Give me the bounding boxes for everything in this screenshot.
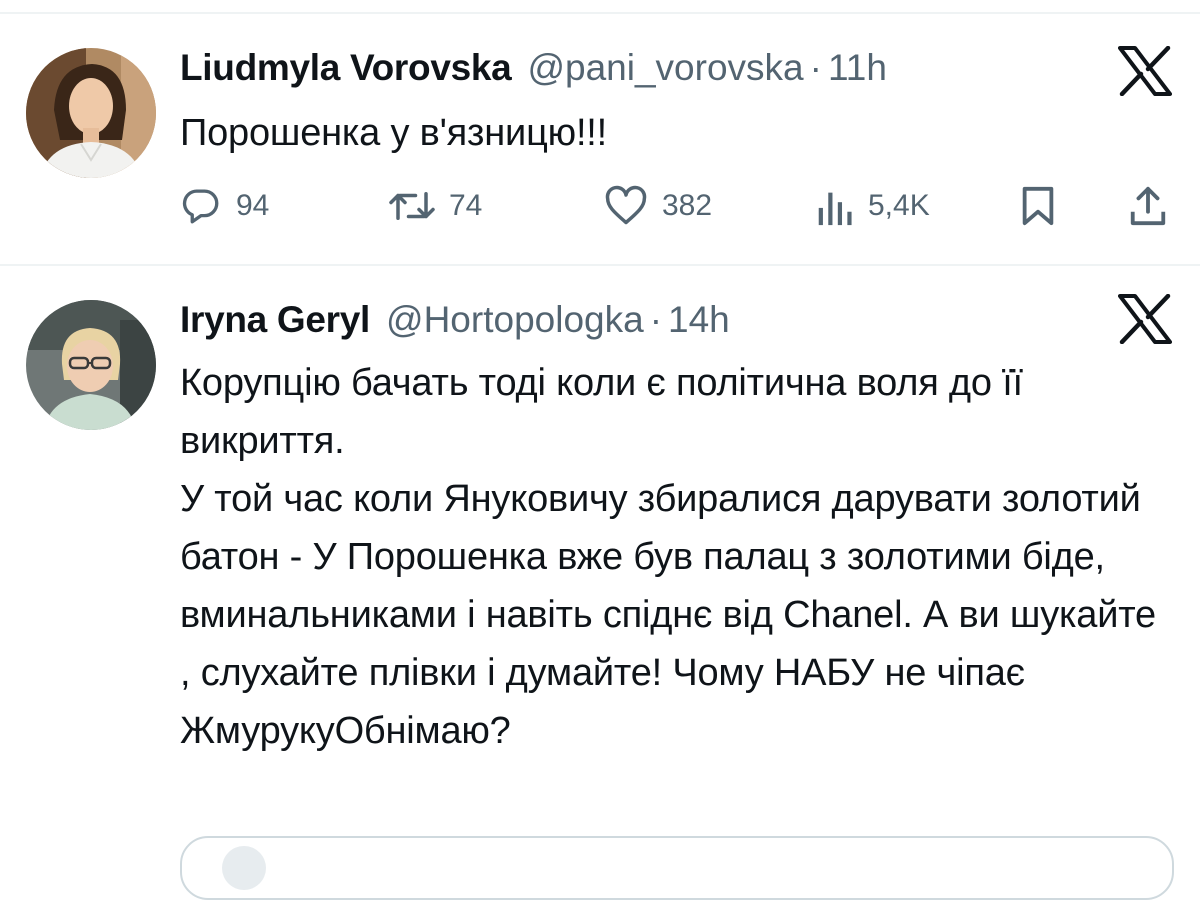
retweet-icon: [389, 192, 435, 220]
quoted-avatar: [222, 846, 266, 890]
views-icon: [818, 192, 852, 226]
reply-count: 94: [236, 189, 270, 222]
avatar[interactable]: [26, 300, 156, 430]
like-button[interactable]: 382: [604, 184, 712, 228]
tweet-text-paragraph-1: Корупцію бачать тоді коли є політична во…: [180, 362, 1023, 462]
heart-icon: [605, 185, 647, 225]
tweet-time[interactable]: 11h: [828, 46, 887, 90]
retweet-count: 74: [449, 189, 483, 222]
like-count: 382: [662, 189, 713, 222]
tweet-2[interactable]: Iryna Geryl @Hortopologka · 14h Корупцію…: [0, 266, 1200, 900]
author-name[interactable]: Liudmyla Vorovska: [180, 46, 512, 90]
tweet-text-paragraph-2: У той час коли Януковичу збиралися дарув…: [180, 478, 1156, 752]
views-button[interactable]: 5,4K: [814, 184, 930, 228]
tweet-text-line: Порошенка у в'язницю!!!: [180, 112, 608, 154]
tweet-text: Корупцію бачать тоді коли є політична во…: [180, 354, 1170, 760]
author-handle[interactable]: @pani_vorovska: [527, 46, 803, 90]
bookmark-icon: [1022, 186, 1054, 226]
bookmark-button[interactable]: [1020, 184, 1056, 228]
avatar-photo: [26, 48, 156, 178]
x-logo-icon: [1118, 45, 1172, 97]
separator-dot: ·: [809, 47, 822, 88]
quoted-tweet-card[interactable]: [180, 836, 1174, 900]
tweet-text: Порошенка у в'язницю!!!: [180, 104, 1180, 162]
tweet-1[interactable]: Liudmyla Vorovska @pani_vorovska · 11h П…: [0, 0, 1200, 262]
reply-button[interactable]: 94: [180, 184, 269, 228]
avatar-photo: [26, 300, 156, 430]
share-button[interactable]: [1128, 184, 1168, 228]
share-icon: [1130, 186, 1166, 226]
views-count: 5,4K: [868, 189, 930, 222]
x-logo-icon: [1118, 293, 1172, 345]
avatar[interactable]: [26, 48, 156, 178]
tweet-actions: 94 74 382 5,4K: [180, 184, 1170, 228]
tweet-header: Liudmyla Vorovska @pani_vorovska · 11h: [180, 46, 887, 90]
author-name[interactable]: Iryna Geryl: [180, 298, 370, 342]
separator-dot: ·: [649, 299, 663, 340]
author-handle[interactable]: @Hortopologka: [386, 298, 644, 342]
tweet-header: Iryna Geryl @Hortopologka · 14h: [180, 298, 730, 342]
tweet-time[interactable]: 14h: [668, 298, 730, 342]
reply-icon: [182, 189, 219, 224]
retweet-button[interactable]: 74: [385, 184, 482, 228]
